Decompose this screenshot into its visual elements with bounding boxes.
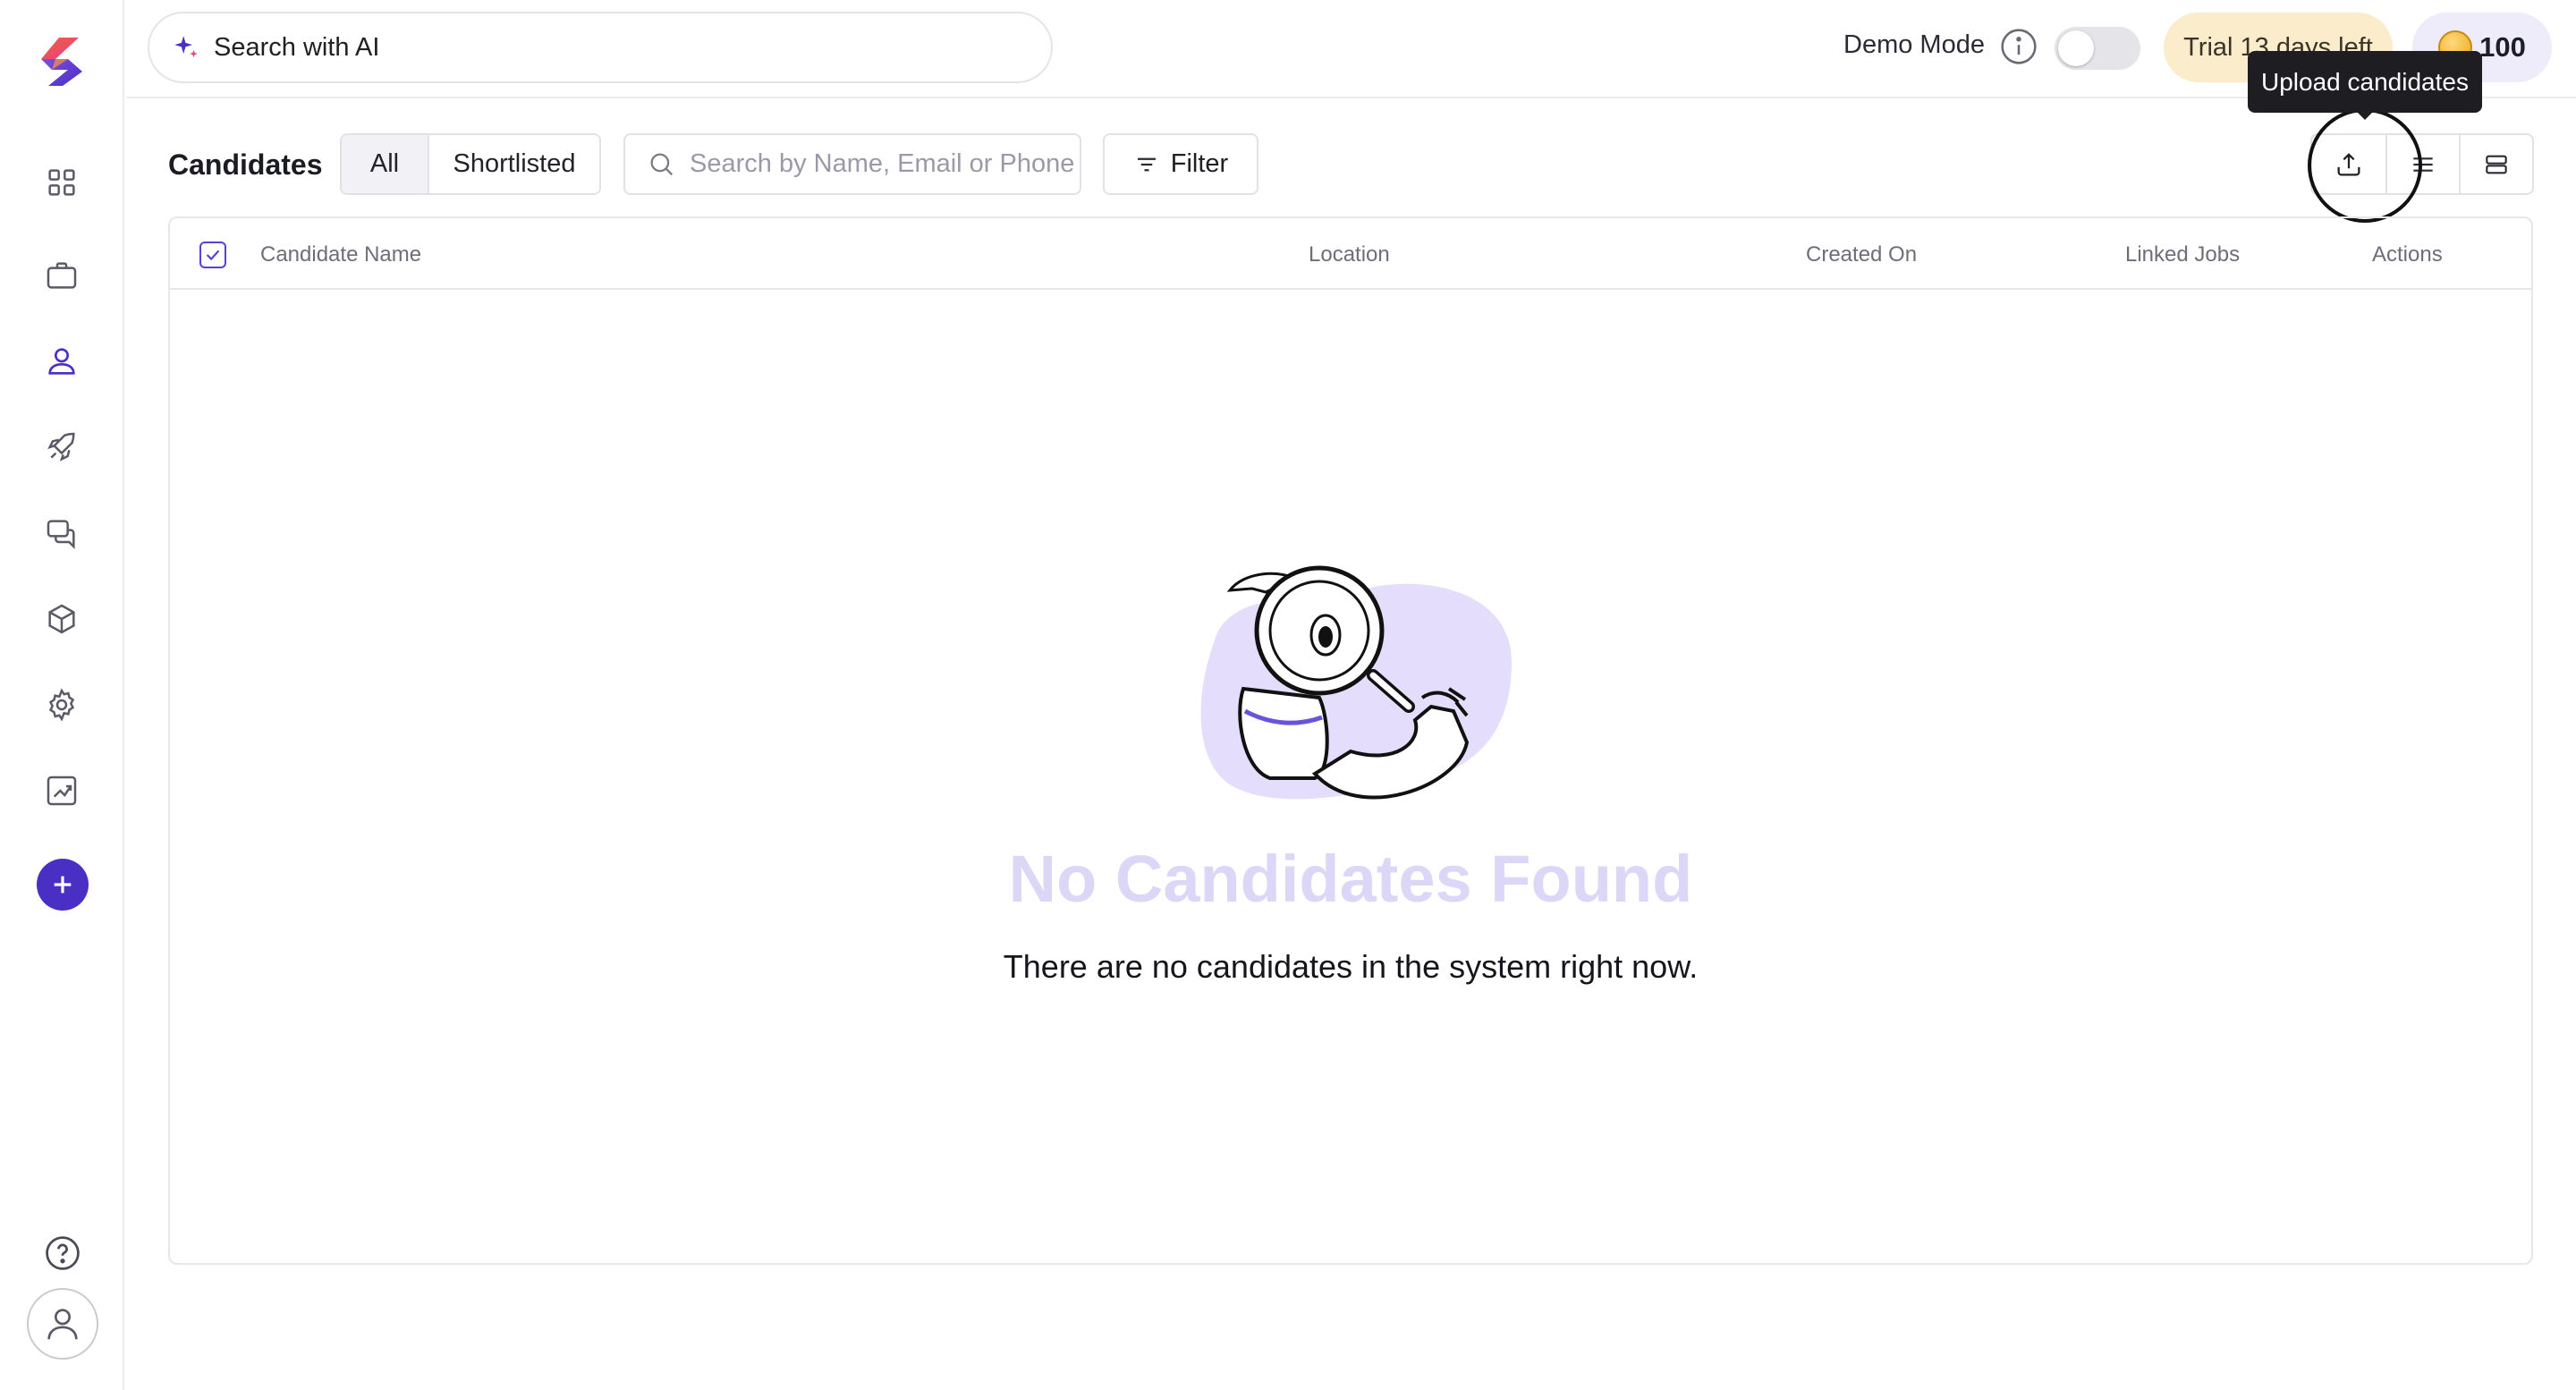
demo-mode-label: Demo Mode [1843,30,1985,59]
filter-button[interactable]: Filter [1103,133,1258,195]
nav-integrations[interactable] [37,594,87,644]
filter-label: Filter [1170,149,1229,178]
view-actions [2310,133,2534,195]
check-icon [206,250,220,261]
list-icon [2413,157,2433,172]
empty-state-title: No Candidates Found [1008,842,1693,916]
sidebar [0,0,124,1390]
app-logo[interactable] [32,36,91,88]
card-view-button[interactable] [2459,135,2532,193]
rows-icon [2486,155,2507,174]
tooltip-arrow [2356,111,2374,120]
add-button[interactable] [37,859,89,911]
empty-state-illustration [1200,565,1512,800]
info-icon[interactable] [1999,27,2038,66]
nav-candidates[interactable] [37,336,87,386]
plus-icon [54,876,72,894]
search-icon [650,153,674,175]
table-header: Candidate Name Location Created On Linke… [170,218,2531,290]
help-button[interactable] [40,1231,85,1276]
user-avatar-icon [47,1309,78,1340]
avatar[interactable] [27,1288,98,1360]
candidate-filter-tabs: All Shortlisted [340,133,601,195]
ai-search-input[interactable]: Search with AI [148,12,1053,83]
column-candidate-name[interactable]: Candidate Name [260,242,421,267]
chart-icon [47,776,77,806]
tab-shortlisted[interactable]: Shortlisted [429,135,599,193]
candidate-search-placeholder: Search by Name, Email or Phone [690,149,1075,178]
select-all-checkbox[interactable] [199,242,226,268]
sparkle-icon [174,36,198,58]
upload-candidates-button[interactable] [2312,135,2385,193]
page-title: Candidates [168,148,323,181]
list-view-button[interactable] [2385,135,2459,193]
empty-state-subtitle: There are no candidates in the system ri… [1003,948,1699,985]
upload-tooltip: Upload candidates [2248,51,2482,113]
gear-icon [48,688,75,722]
nav-jobs[interactable] [37,250,87,301]
demo-mode-toggle[interactable] [2055,27,2140,70]
rocket-icon [47,432,75,462]
upload-icon [2337,152,2360,175]
briefcase-icon [47,262,77,289]
cube-icon [48,604,75,634]
credits-count: 100 [2479,31,2526,63]
column-actions[interactable]: Actions [2372,242,2443,267]
candidate-search-input[interactable]: Search by Name, Email or Phone [623,133,1081,195]
nav-messages[interactable] [37,508,87,558]
question-icon [46,1236,80,1270]
nav-analytics[interactable] [37,766,87,816]
column-location[interactable]: Location [1309,242,1390,267]
tab-all[interactable]: All [342,135,429,193]
nav-settings[interactable] [37,680,87,730]
chat-icon [47,520,75,550]
grid-icon [48,169,75,196]
top-bar: Search with AI Demo Mode Trial 13 days l… [126,0,2576,98]
filter-icon [1137,157,1156,171]
user-icon [48,348,75,375]
column-created-on[interactable]: Created On [1806,242,1917,267]
ai-search-placeholder: Search with AI [214,32,380,62]
toggle-knob [2058,30,2094,66]
nav-dashboard[interactable] [37,157,87,208]
column-linked-jobs[interactable]: Linked Jobs [2125,242,2240,267]
nav-campaigns[interactable] [37,422,87,472]
